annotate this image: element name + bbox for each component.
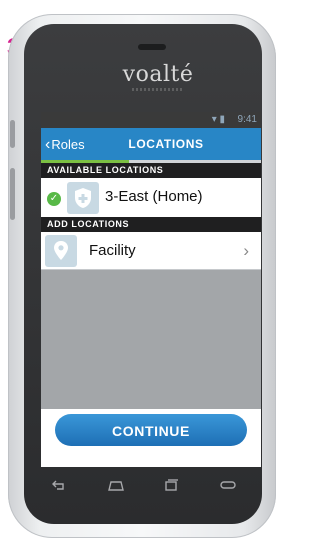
back-label: Roles [51, 137, 85, 152]
signal-battery-icon: ▾ ▮ [211, 114, 225, 125]
brand-logo: voalté [122, 62, 194, 87]
status-time: 9:41 [237, 114, 257, 125]
chevron-left-icon: ‹ [45, 136, 51, 153]
continue-button[interactable]: CONTINUE [55, 414, 247, 446]
page-title: LOCATIONS [128, 137, 204, 151]
location-item-home[interactable]: ✓ 3-East (Home) [41, 178, 261, 217]
side-button-upper [10, 120, 15, 148]
check-circle-icon: ✓ [47, 192, 61, 206]
android-nav-bar [41, 472, 261, 502]
app-header: ‹Roles LOCATIONS [41, 128, 261, 160]
map-pin-icon [45, 235, 77, 267]
brand-underline [132, 88, 184, 91]
home-icon[interactable] [107, 478, 125, 495]
add-location-facility[interactable]: Facility › [41, 232, 261, 270]
section-available-header: AVAILABLE LOCATIONS [41, 163, 261, 178]
chevron-right-icon: › [243, 241, 249, 260]
side-button-lower [10, 168, 15, 220]
section-add-header: ADD LOCATIONS [41, 217, 261, 232]
recent-apps-icon[interactable] [163, 478, 179, 495]
menu-icon[interactable] [219, 478, 237, 495]
facility-label: Facility [89, 242, 136, 259]
back-arrow-icon[interactable] [51, 478, 67, 495]
back-button[interactable]: ‹Roles [45, 136, 85, 154]
speaker-grille [138, 44, 166, 50]
phone-screen: ▾ ▮ 9:41 ‹Roles LOCATIONS AVAILABLE LOCA… [41, 112, 261, 467]
location-name: 3-East (Home) [105, 188, 203, 205]
status-bar: ▾ ▮ 9:41 [41, 112, 261, 128]
badge-icon-tile [67, 182, 99, 214]
